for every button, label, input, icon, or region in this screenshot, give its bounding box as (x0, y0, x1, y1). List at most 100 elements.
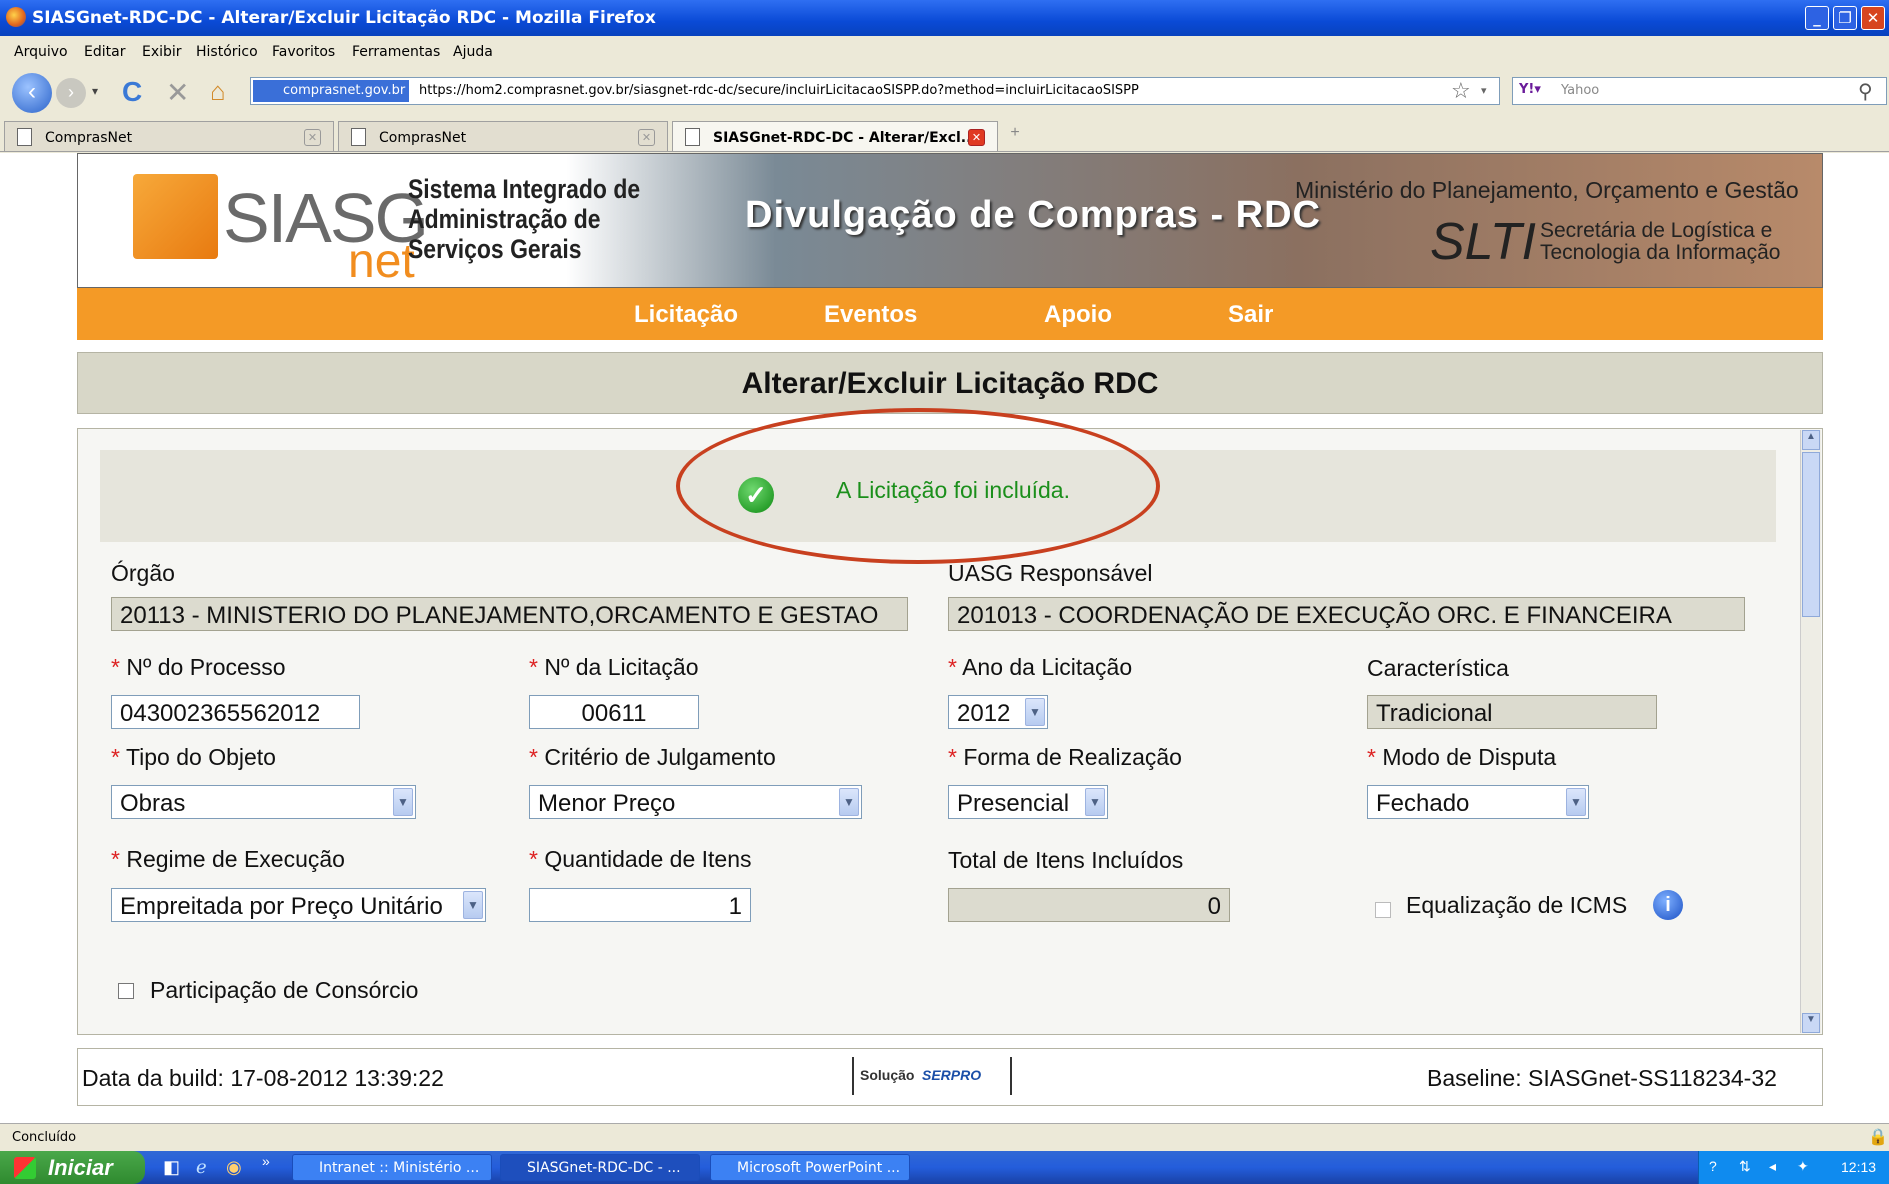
chevron-down-icon[interactable]: ▼ (1025, 698, 1045, 726)
menu-historico[interactable]: Histórico (196, 44, 258, 60)
tab-comprasnet-1[interactable]: ComprasNet ✕ (4, 121, 334, 151)
modo-select[interactable]: Fechado ▼ (1367, 785, 1589, 819)
regime-select[interactable]: Empreitada por Preço Unitário ▼ (111, 888, 486, 922)
ano-select[interactable]: 2012 ▼ (948, 695, 1048, 729)
tipo-objeto-label-text: Tipo do Objeto (125, 744, 276, 770)
restore-button[interactable]: ❐ (1833, 6, 1857, 30)
header-banner: SIASG net Sistema Integrado de Administr… (77, 153, 1823, 288)
bookmark-star-icon[interactable]: ☆ (1451, 79, 1471, 104)
chevron-down-icon[interactable]: ▼ (393, 788, 413, 816)
ano-label-text: Ano da Licitação (962, 654, 1133, 680)
uasg-field: 201013 - COORDENAÇÃO DE EXECUÇÃO ORC. E … (948, 597, 1745, 631)
licitacao-input[interactable]: 00611 (529, 695, 699, 729)
reload-icon[interactable]: C (122, 76, 142, 108)
tab-label: SIASGnet-RDC-DC - Alterar/Excl... (713, 130, 977, 146)
menu-favoritos[interactable]: Favoritos (272, 44, 335, 60)
form-scrollbar[interactable]: ▲ ▼ (1800, 430, 1821, 1033)
quicklaunch-ie-icon[interactable]: ℯ (196, 1157, 207, 1178)
tab-close-icon[interactable]: ✕ (638, 129, 655, 146)
site-identity-domain[interactable]: comprasnet.gov.br (253, 80, 410, 102)
menu-ajuda[interactable]: Ajuda (453, 44, 493, 60)
menu-exibir[interactable]: Exibir (142, 44, 182, 60)
quicklaunch-firefox-icon[interactable]: ◉ (226, 1157, 242, 1178)
taskbar-intranet[interactable]: Intranet :: Ministério ... (292, 1154, 492, 1181)
security-icon[interactable]: ✦ (1797, 1158, 1809, 1175)
url-dropdown-icon[interactable]: ▾ (1481, 84, 1487, 97)
taskbar-siasgnet[interactable]: SIASGnet-RDC-DC - ... (500, 1154, 700, 1181)
tab-close-icon[interactable]: ✕ (304, 129, 321, 146)
scroll-down-icon[interactable]: ▼ (1802, 1013, 1820, 1033)
tab-close-icon[interactable]: ✕ (968, 129, 985, 146)
scroll-up-icon[interactable]: ▲ (1802, 430, 1820, 450)
nav-apoio[interactable]: Apoio (1044, 301, 1112, 329)
total-itens-label: Total de Itens Incluídos (948, 847, 1184, 873)
criterio-label: * Critério de Julgamento (529, 744, 776, 771)
main-navigation: Licitação Eventos Apoio Sair (77, 288, 1823, 340)
baseline: Baseline: SIASGnet-SS118234-32 (1427, 1065, 1777, 1091)
search-icon[interactable]: ⚲ (1858, 79, 1873, 103)
processo-input[interactable]: 043002365562012 (111, 695, 360, 729)
quantidade-input[interactable]: 1 (529, 888, 751, 922)
nav-sair[interactable]: Sair (1228, 301, 1273, 329)
network-icon[interactable]: ⇅ (1739, 1158, 1751, 1175)
required-mark: * (948, 744, 957, 770)
url-text[interactable]: https://hom2.comprasnet.gov.br/siasgnet-… (419, 83, 1139, 98)
taskbar-item-label: Microsoft PowerPoint ... (737, 1160, 901, 1176)
forward-icon[interactable]: › (56, 78, 86, 108)
modo-label-text: Modo de Disputa (1382, 744, 1557, 770)
status-bar: Concluído 🔒 (0, 1123, 1889, 1151)
processo-label: * Nº do Processo (111, 654, 286, 681)
search-box[interactable]: Y!▾ Yahoo ⚲ (1512, 77, 1887, 105)
logo-net-text: net (348, 235, 415, 288)
siasg-logo-icon (133, 174, 218, 259)
tipo-objeto-select[interactable]: Obras ▼ (111, 785, 416, 819)
menu-arquivo[interactable]: Arquivo (14, 44, 68, 60)
tab-comprasnet-2[interactable]: ComprasNet ✕ (338, 121, 668, 151)
menu-bar: Arquivo Editar Exibir Histórico Favorito… (0, 36, 1889, 66)
scroll-thumb[interactable] (1802, 452, 1820, 617)
info-icon[interactable]: i (1653, 890, 1683, 920)
start-label: Iniciar (48, 1155, 113, 1180)
stop-icon[interactable]: ✕ (166, 76, 189, 109)
menu-ferramentas[interactable]: Ferramentas (352, 44, 440, 60)
page-icon (17, 128, 32, 146)
required-mark: * (529, 654, 538, 680)
new-tab-icon[interactable]: + (1002, 124, 1028, 148)
volume-icon[interactable]: ◂ (1769, 1158, 1776, 1175)
url-bar[interactable]: comprasnet.gov.br https://hom2.comprasne… (250, 77, 1500, 105)
quicklaunch-desktop-icon[interactable]: ◧ (163, 1157, 180, 1178)
yahoo-icon[interactable]: Y!▾ (1519, 82, 1541, 97)
menu-editar[interactable]: Editar (84, 44, 125, 60)
criterio-select[interactable]: Menor Preço ▼ (529, 785, 862, 819)
minimize-button[interactable]: _ (1805, 6, 1829, 30)
tab-label: ComprasNet (45, 130, 133, 146)
nav-eventos[interactable]: Eventos (824, 301, 917, 329)
history-dropdown-icon[interactable]: ▾ (92, 84, 98, 98)
criterio-label-text: Critério de Julgamento (544, 744, 776, 770)
chevron-down-icon[interactable]: ▼ (839, 788, 859, 816)
search-placeholder: Yahoo (1561, 83, 1600, 98)
chevron-down-icon[interactable]: ▼ (1085, 788, 1105, 816)
tab-siasgnet[interactable]: SIASGnet-RDC-DC - Alterar/Excl... ✕ (672, 121, 998, 151)
secretariat-name: Secretária de Logística e Tecnologia da … (1540, 220, 1781, 264)
taskbar-powerpoint[interactable]: Microsoft PowerPoint ... (710, 1154, 910, 1181)
modo-value: Fechado (1376, 790, 1470, 817)
icms-checkbox[interactable] (1375, 902, 1391, 918)
ministry-name: Ministério do Planejamento, Orçamento e … (1295, 177, 1799, 203)
nav-licitacao[interactable]: Licitação (634, 301, 738, 329)
start-button[interactable]: Iniciar (0, 1151, 145, 1184)
highlight-annotation-oval (676, 408, 1160, 564)
forma-select[interactable]: Presencial ▼ (948, 785, 1108, 819)
regime-value: Empreitada por Preço Unitário (120, 893, 443, 920)
close-button[interactable]: ✕ (1861, 6, 1885, 30)
home-icon[interactable]: ⌂ (210, 76, 226, 107)
required-mark: * (529, 744, 538, 770)
slti-logo: SLTI (1430, 213, 1536, 271)
quicklaunch-more-icon[interactable]: » (262, 1153, 270, 1169)
back-icon[interactable]: ‹ (12, 73, 52, 113)
required-mark: * (1367, 744, 1376, 770)
help-icon[interactable]: ? (1709, 1158, 1717, 1174)
chevron-down-icon[interactable]: ▼ (1566, 788, 1586, 816)
chevron-down-icon[interactable]: ▼ (463, 891, 483, 919)
consorcio-checkbox[interactable] (118, 983, 134, 999)
